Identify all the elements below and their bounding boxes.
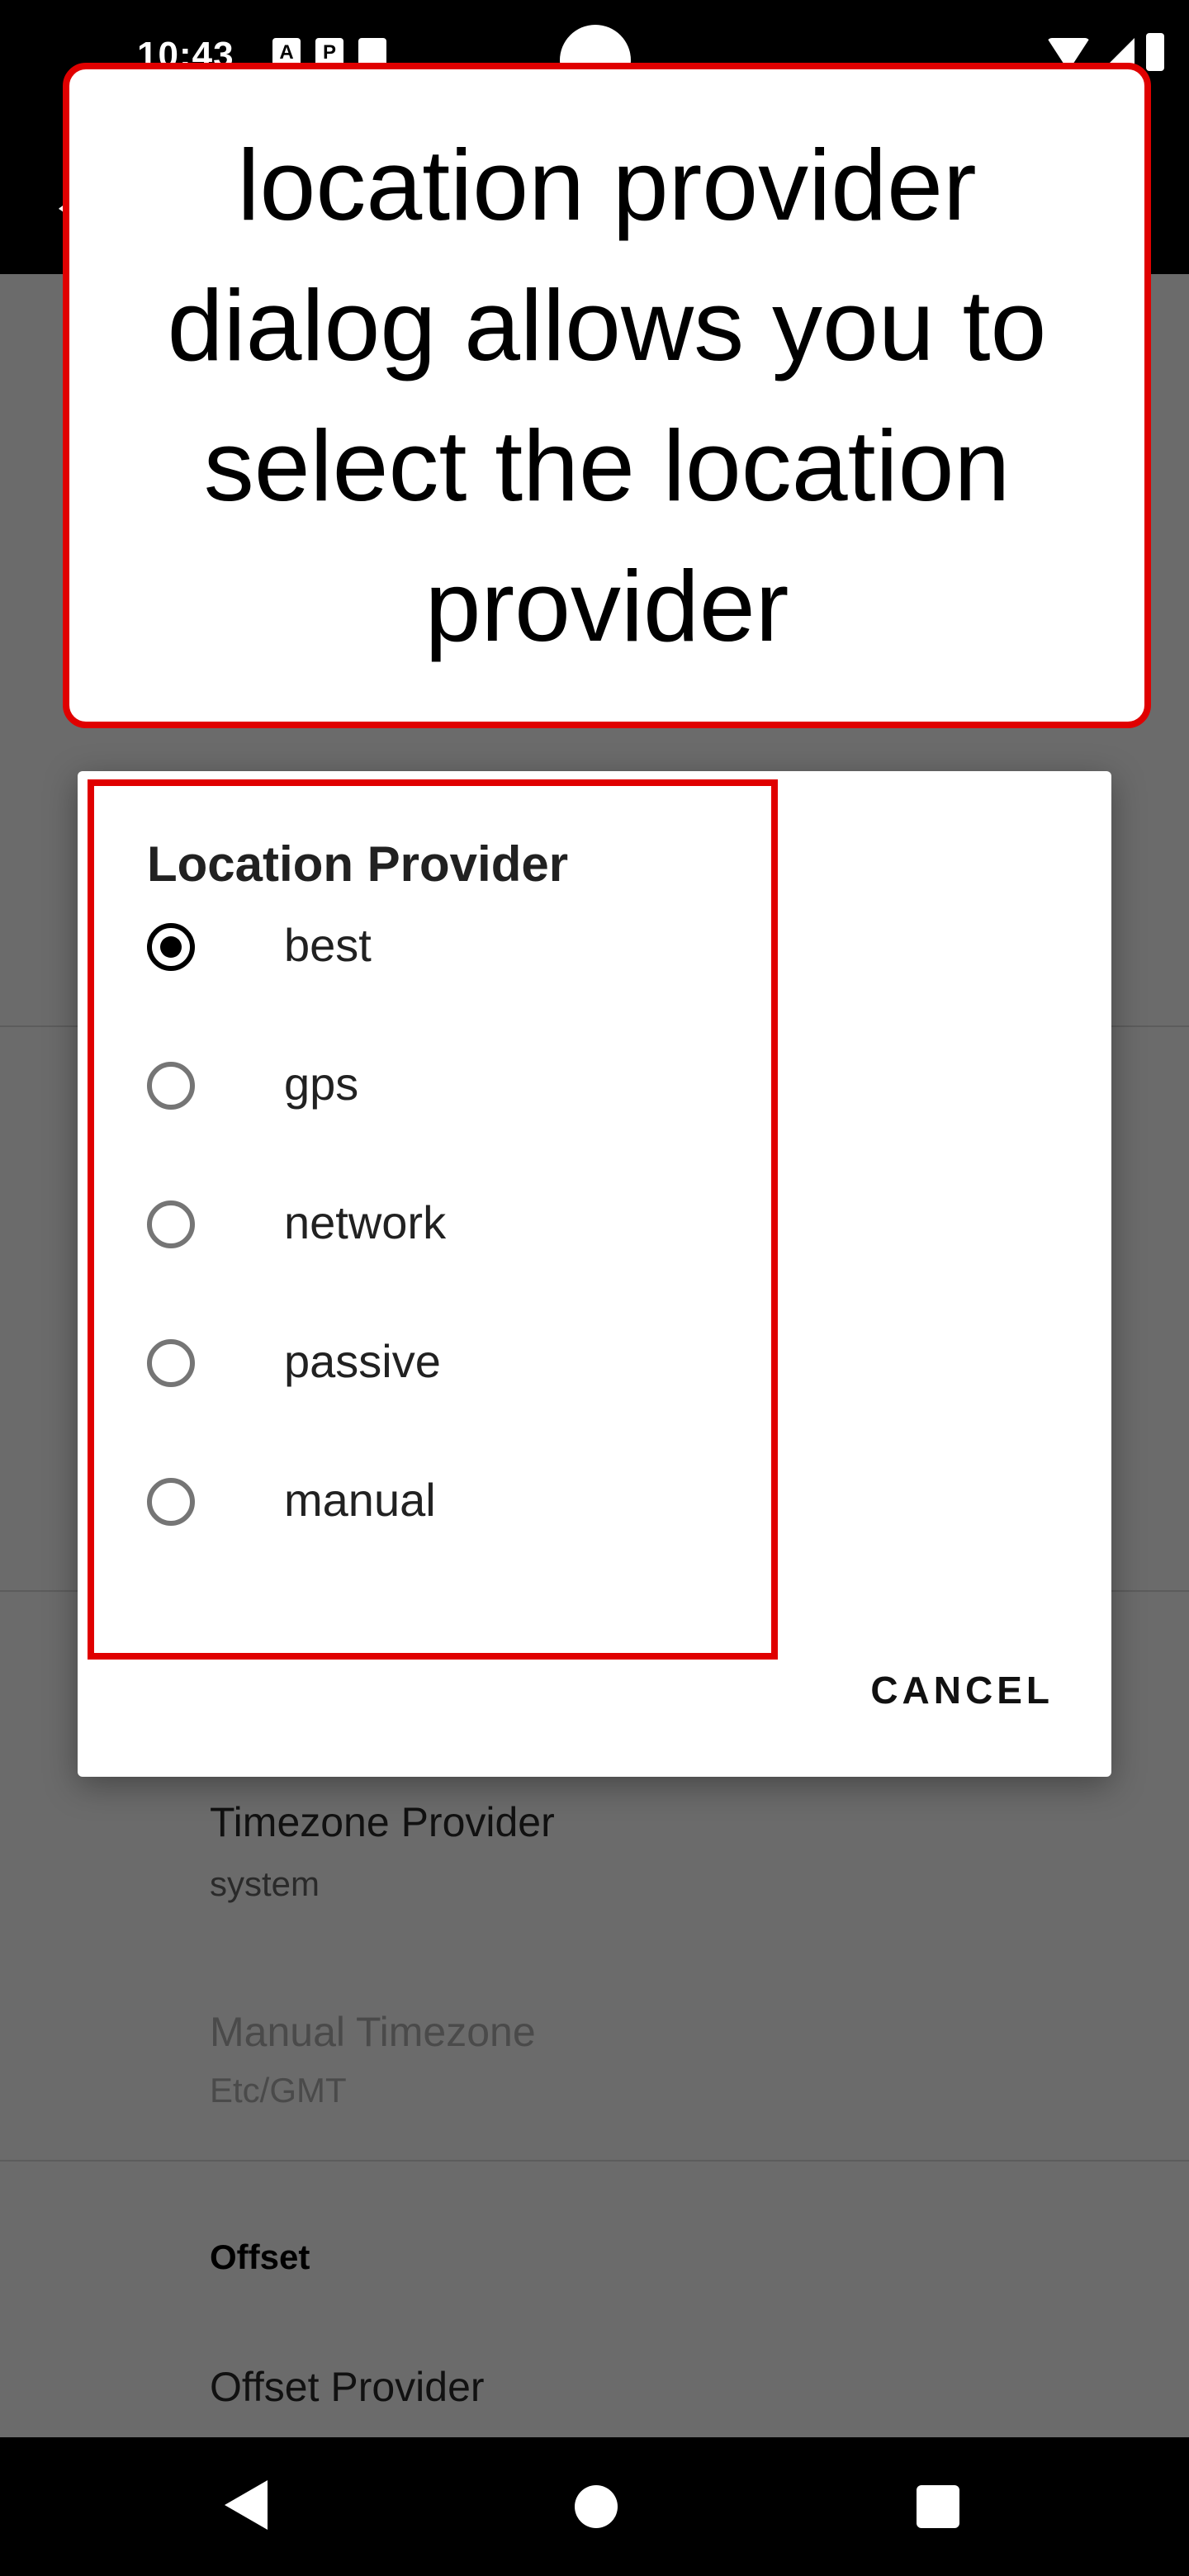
callout-annotation: location provider dialog allows you to s… [63,63,1151,728]
nav-recents-icon[interactable] [917,2485,959,2528]
navigation-bar [0,2437,1189,2576]
timezone-provider-title[interactable]: Timezone Provider [210,1798,555,1846]
manual-timezone-value: Etc/GMT [210,2071,347,2110]
offset-provider-title[interactable]: Offset Provider [210,2363,485,2411]
offset-section-header: Offset [210,2237,310,2276]
battery-icon [1146,33,1164,71]
nav-back-icon[interactable] [225,2480,268,2530]
nav-home-icon[interactable] [575,2485,618,2528]
callout-text: location provider dialog allows you to s… [167,129,1047,662]
cancel-button[interactable]: CANCEL [870,1668,1054,1712]
divider [0,2160,1189,2162]
highlight-box [88,779,778,1660]
timezone-provider-value: system [210,1864,320,1903]
manual-timezone-title: Manual Timezone [210,2009,536,2055]
